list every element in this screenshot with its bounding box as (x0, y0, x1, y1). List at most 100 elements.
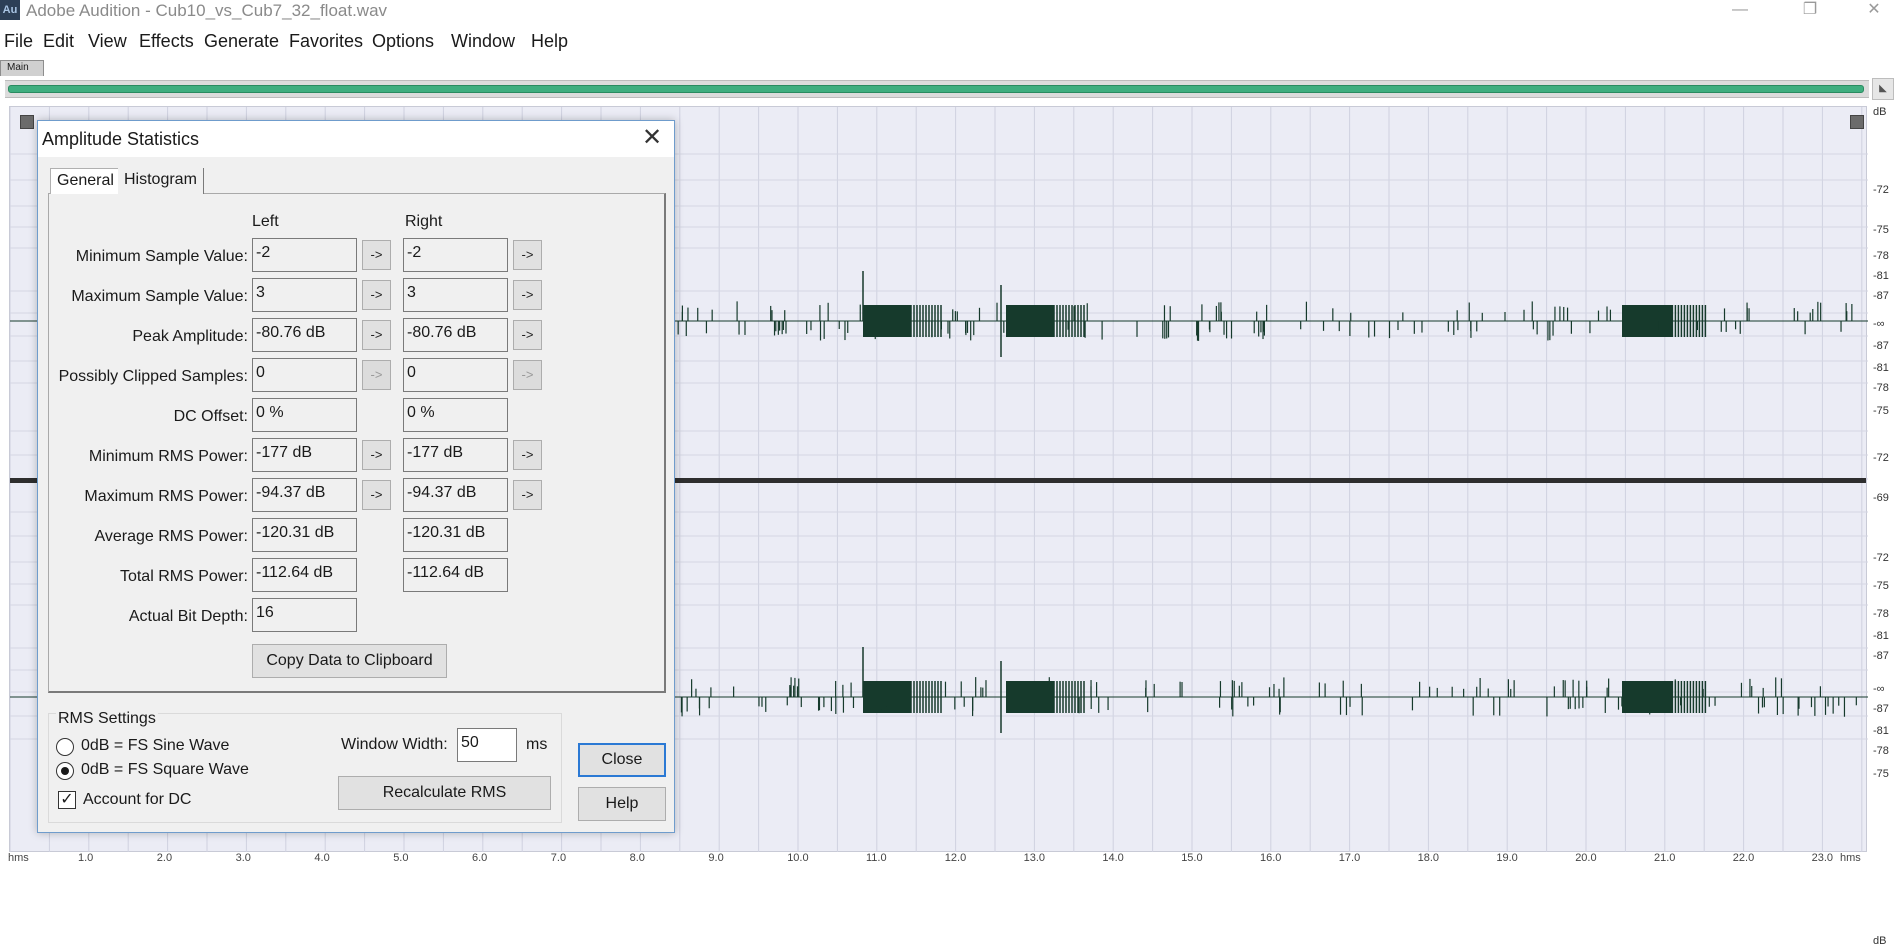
overview-track[interactable] (5, 80, 1869, 98)
time-ruler-label: 17.0 (1338, 852, 1361, 864)
recalculate-rms-button[interactable]: Recalculate RMS (338, 776, 551, 810)
time-ruler-label: 21.0 (1654, 852, 1676, 864)
left-go-to-arrow-button[interactable]: -> (362, 320, 391, 350)
right-go-to-arrow-button[interactable]: -> (513, 480, 542, 510)
left-value-field[interactable]: 0 (252, 358, 357, 392)
sine-wave-radio[interactable] (56, 738, 74, 756)
time-ruler-label: 1.0 (78, 852, 94, 864)
left-go-to-arrow-button[interactable]: -> (362, 280, 391, 310)
menu-generate[interactable]: Generate (204, 31, 279, 52)
db-ruler-label: -75 (1873, 224, 1889, 236)
right-go-to-arrow-button[interactable]: -> (513, 280, 542, 310)
time-ruler-label: 23.0 (1811, 852, 1834, 864)
main-panel-tab[interactable]: Main (0, 60, 44, 76)
time-ruler-label: hms (8, 852, 29, 864)
db-ruler-label: -75 (1873, 768, 1889, 780)
menu-view[interactable]: View (88, 31, 127, 52)
db-ruler-label: -78 (1873, 608, 1889, 620)
menu-file[interactable]: File (4, 31, 33, 52)
scroll-right-icon[interactable]: ◣ (1872, 78, 1894, 100)
account-for-dc-checkbox[interactable]: ✓ (58, 791, 76, 809)
time-ruler-label: 19.0 (1496, 852, 1518, 864)
db-ruler-label: -78 (1873, 382, 1889, 394)
db-ruler-label: -∞ (1873, 683, 1885, 695)
db-ruler-label: -78 (1873, 745, 1889, 757)
db-ruler-label: -75 (1873, 580, 1889, 592)
close-button[interactable]: Close (578, 743, 666, 777)
window-width-input[interactable]: 50 (457, 728, 517, 762)
left-value-field[interactable]: -112.64 dB (252, 558, 357, 592)
time-ruler-label: 10.0 (787, 852, 809, 864)
stat-label: Peak Amplitude: (132, 328, 248, 345)
left-value-field[interactable]: -2 (252, 238, 357, 272)
menu-effects[interactable]: Effects (139, 31, 194, 52)
time-ruler: hms 1.0 2.0 3.0 4.0 5.0 6.0 7.0 8.0 9.0 10.0 11.0 12… (0, 852, 1869, 865)
left-value-field[interactable]: 3 (252, 278, 357, 312)
menu-window[interactable]: Window (451, 31, 515, 52)
right-go-to-arrow-button[interactable]: -> (513, 320, 542, 350)
time-ruler-label: 3.0 (235, 852, 251, 864)
left-go-to-arrow-button[interactable]: -> (362, 240, 391, 270)
right-go-to-arrow-button[interactable]: -> (513, 440, 542, 470)
audition-app-icon: Au (0, 0, 20, 20)
right-value-field[interactable]: -94.37 dB (403, 478, 508, 512)
zoom-corner-right-icon[interactable] (1850, 115, 1864, 129)
menu-edit[interactable]: Edit (43, 31, 74, 52)
minimize-button[interactable]: — (1717, 0, 1763, 22)
right-go-to-arrow-button[interactable]: -> (513, 240, 542, 270)
left-value-field[interactable]: -177 dB (252, 438, 357, 472)
left-value-field[interactable]: -80.76 dB (252, 318, 357, 352)
left-value-field[interactable]: -94.37 dB (252, 478, 357, 512)
db-ruler-unit-top: dB (1873, 106, 1887, 118)
left-go-to-arrow-button[interactable]: -> (362, 480, 391, 510)
db-ruler-label: -78 (1873, 250, 1889, 262)
left-value-field[interactable]: -120.31 dB (252, 518, 357, 552)
window-title: Adobe Audition - Cub10_vs_Cub7_32_float.… (26, 1, 388, 20)
window-width-unit: ms (526, 736, 548, 753)
time-ruler-label: 15.0 (1181, 852, 1203, 864)
db-ruler-label: -87 (1873, 340, 1889, 352)
db-ruler-label: -81 (1873, 725, 1889, 737)
left-column-header: Left (252, 213, 279, 230)
stat-label: Minimum RMS Power: (88, 448, 248, 465)
db-ruler-label: -75 (1873, 405, 1889, 417)
right-value-field[interactable]: 0 (403, 358, 508, 392)
tab-general[interactable]: General (50, 168, 121, 194)
right-value-field[interactable]: -112.64 dB (403, 558, 508, 592)
right-value-field[interactable]: -80.76 dB (403, 318, 508, 352)
right-value-field[interactable]: 0 % (403, 398, 508, 432)
stat-label: Total RMS Power: (119, 568, 248, 585)
right-value-field[interactable]: -2 (403, 238, 508, 272)
tab-histogram[interactable]: Histogram (118, 168, 204, 194)
dialog-title: Amplitude Statistics (42, 129, 200, 149)
square-wave-radio[interactable] (56, 762, 74, 780)
menu-bar: File Edit View Effects Generate Favorite… (0, 28, 1897, 56)
time-ruler-label: hms (1840, 852, 1861, 864)
title-bar: Au Adobe Audition - Cub10_vs_Cub7_32_flo… (0, 0, 1897, 22)
left-value-field[interactable]: 16 (252, 598, 357, 632)
time-ruler-label: 18.0 (1417, 852, 1440, 864)
stat-label: Minimum Sample Value: (75, 248, 248, 265)
time-ruler-label: 20.0 (1575, 852, 1597, 864)
window-close-button[interactable]: ✕ (1851, 0, 1897, 22)
close-icon[interactable]: ✕ (632, 123, 672, 155)
db-ruler-label: -69 (1873, 492, 1889, 504)
zoom-corner-left-icon[interactable] (20, 115, 34, 129)
menu-favorites[interactable]: Favorites (289, 31, 363, 52)
db-ruler-label: -72 (1873, 184, 1889, 196)
square-wave-label: 0dB = FS Square Wave (81, 761, 249, 778)
menu-options[interactable]: Options (372, 31, 434, 52)
right-go-to-arrow-button: -> (513, 360, 542, 390)
right-value-field[interactable]: 3 (403, 278, 508, 312)
right-value-field[interactable]: -177 dB (403, 438, 508, 472)
menu-help[interactable]: Help (531, 31, 568, 52)
stat-label: Maximum Sample Value: (71, 288, 248, 305)
overview-visible-range[interactable] (8, 85, 1864, 93)
left-value-field[interactable]: 0 % (252, 398, 357, 432)
right-value-field[interactable]: -120.31 dB (403, 518, 508, 552)
restore-button[interactable]: ❐ (1787, 0, 1833, 22)
help-button[interactable]: Help (578, 787, 666, 821)
left-go-to-arrow-button: -> (362, 360, 391, 390)
left-go-to-arrow-button[interactable]: -> (362, 440, 391, 470)
copy-data-to-clipboard-button[interactable]: Copy Data to Clipboard (252, 644, 447, 678)
